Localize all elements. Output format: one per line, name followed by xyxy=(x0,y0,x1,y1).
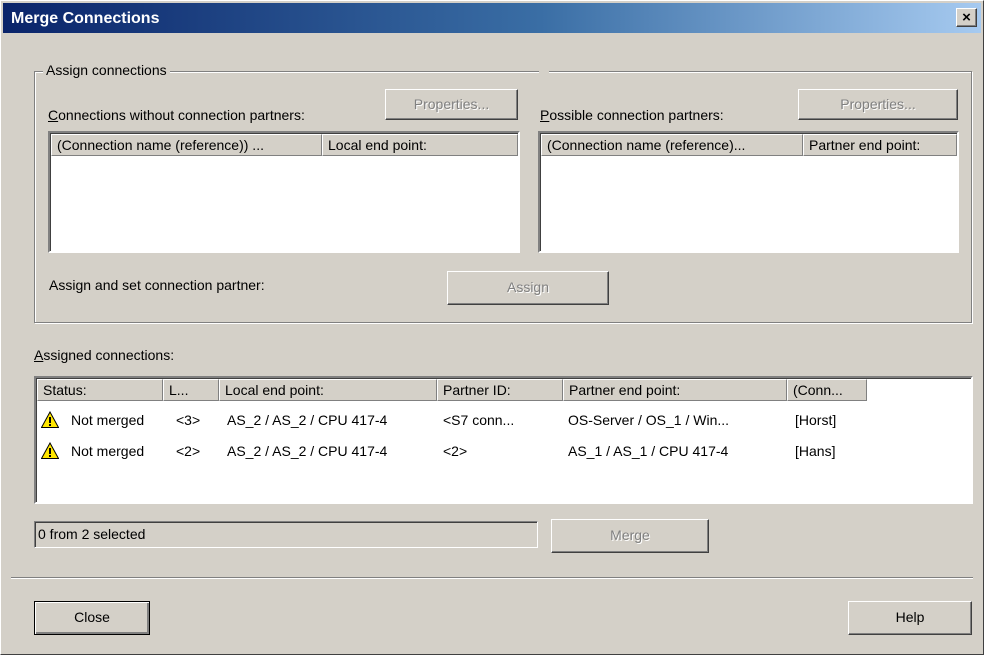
column-header-conn[interactable]: (Conn... xyxy=(787,379,867,401)
footer-separator xyxy=(11,577,973,579)
window-title: Merge Connections xyxy=(11,10,160,27)
merge-button[interactable]: Merge xyxy=(551,519,709,553)
close-window-button[interactable]: × xyxy=(956,8,977,27)
partner-id-cell: <2> xyxy=(443,443,468,459)
column-header-local-end-point[interactable]: Local end point: xyxy=(322,134,518,156)
close-button[interactable]: Close xyxy=(34,601,150,635)
column-header-partner-end-point[interactable]: Partner end point: xyxy=(803,134,957,156)
connections-without-partners-list[interactable]: (Connection name (reference)) ... Local … xyxy=(48,131,520,253)
warning-icon xyxy=(41,442,59,459)
status-cell: Not merged xyxy=(71,412,145,428)
close-icon: × xyxy=(962,9,971,26)
assigned-connections-label: Assigned connections: xyxy=(34,347,175,363)
local-end-point-cell: AS_2 / AS_2 / CPU 417-4 xyxy=(227,443,388,459)
column-header-l[interactable]: L... xyxy=(163,379,219,401)
selection-status-field: 0 from 2 selected xyxy=(34,521,538,548)
right-properties-button[interactable]: Properties... xyxy=(798,89,958,120)
column-header-partner-end-point[interactable]: Partner end point: xyxy=(563,379,787,401)
status-cell: Not merged xyxy=(71,443,145,459)
connections-without-partners-label: Connections without connection partners: xyxy=(48,107,305,123)
assign-connections-legend: Assign connections xyxy=(43,62,170,78)
column-header-partner-connection-name[interactable]: (Connection name (reference)... xyxy=(541,134,803,156)
conn-cell: [Hans] xyxy=(795,443,836,459)
left-properties-button[interactable]: Properties... xyxy=(385,89,518,120)
assigned-connections-list[interactable]: Status: L... Local end point: Partner ID… xyxy=(34,376,973,504)
conn-cell: [Horst] xyxy=(795,412,837,428)
partner-end-point-cell: AS_1 / AS_1 / CPU 417-4 xyxy=(568,443,729,459)
column-header-status[interactable]: Status: xyxy=(37,379,163,401)
group-border-gap xyxy=(539,67,549,75)
partner-id-cell: <S7 conn... xyxy=(443,412,515,428)
assign-button[interactable]: Assign xyxy=(447,271,609,305)
local-end-point-cell: AS_2 / AS_2 / CPU 417-4 xyxy=(227,412,388,428)
possible-connection-partners-list[interactable]: (Connection name (reference)... Partner … xyxy=(538,131,959,253)
table-row[interactable]: Not merged <2> AS_2 / AS_2 / CPU 417-4 <… xyxy=(37,441,963,461)
table-row[interactable]: Not merged <3> AS_2 / AS_2 / CPU 417-4 <… xyxy=(37,410,963,430)
warning-icon xyxy=(41,411,59,428)
l-cell: <3> xyxy=(176,412,201,428)
assign-set-partner-label: Assign and set connection partner: xyxy=(49,277,265,293)
l-cell: <2> xyxy=(176,443,201,459)
column-header-partner-id[interactable]: Partner ID: xyxy=(437,379,563,401)
help-button[interactable]: Help xyxy=(848,601,972,635)
merge-connections-dialog: Merge Connections × Assign connections C… xyxy=(0,0,984,655)
possible-connection-partners-label: Possible connection partners: xyxy=(540,107,724,123)
column-header-connection-name[interactable]: (Connection name (reference)) ... xyxy=(51,134,322,156)
partner-end-point-cell: OS-Server / OS_1 / Win... xyxy=(568,412,730,428)
column-header-local-end-point[interactable]: Local end point: xyxy=(219,379,437,401)
title-bar[interactable]: Merge Connections × xyxy=(3,3,981,33)
